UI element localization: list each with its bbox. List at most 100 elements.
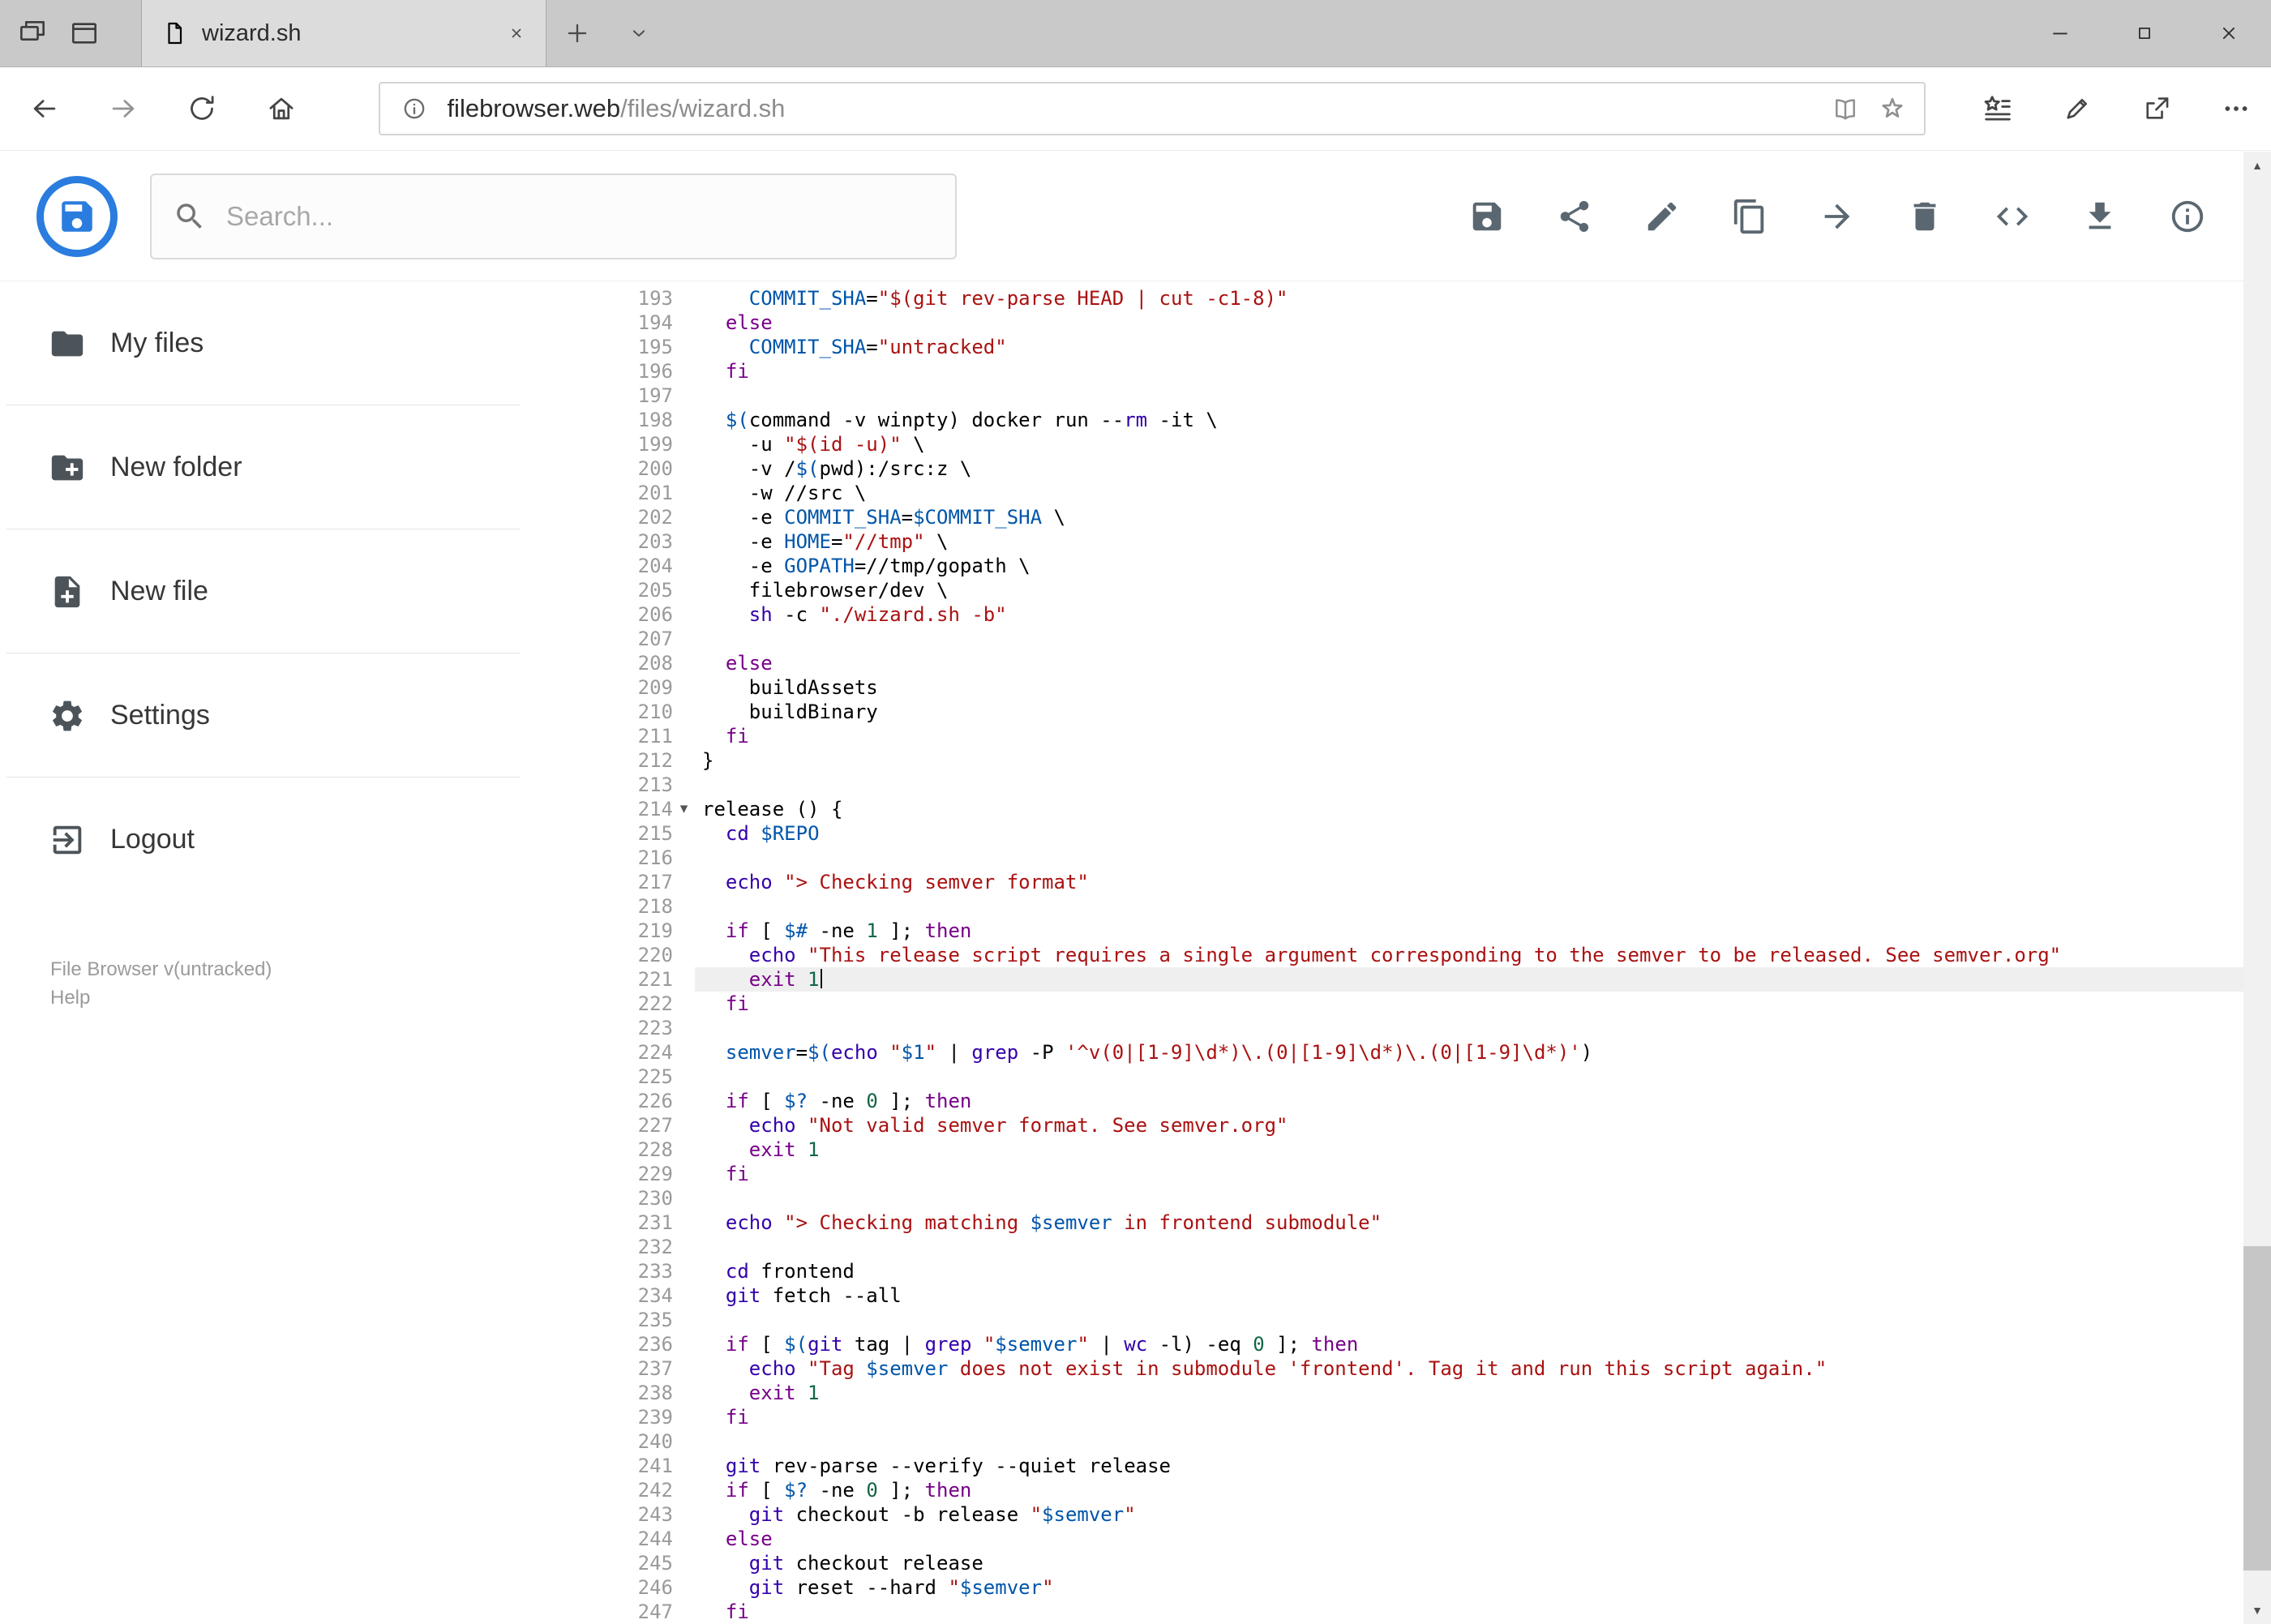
copy-button[interactable]	[1731, 198, 1768, 235]
code-line[interactable]: 225	[535, 1065, 2243, 1089]
refresh-button[interactable]	[173, 79, 232, 139]
tab-list-button[interactable]	[608, 0, 670, 66]
favorites-hub-button[interactable]	[1963, 79, 2033, 139]
code-line[interactable]: 200 -v /$(pwd):/src:z \	[535, 456, 2243, 481]
edit-button[interactable]	[1643, 198, 1681, 235]
maximize-button[interactable]	[2102, 0, 2187, 66]
code-line[interactable]: 217 echo "> Checking semver format"	[535, 870, 2243, 894]
code-line[interactable]: 245 git checkout release	[535, 1551, 2243, 1575]
code-line[interactable]: 235	[535, 1308, 2243, 1332]
sidebar-item-logout[interactable]: Logout	[0, 778, 535, 902]
code-line[interactable]: 209 buildAssets	[535, 675, 2243, 700]
code-line[interactable]: 206 sh -c "./wizard.sh -b"	[535, 602, 2243, 627]
app-logo[interactable]	[36, 175, 118, 257]
code-editor[interactable]: 193 COMMIT_SHA="$(git rev-parse HEAD | c…	[535, 281, 2243, 1624]
help-link[interactable]: Help	[50, 983, 535, 1012]
search-box[interactable]	[150, 173, 957, 259]
code-line[interactable]: 201 -w //src \	[535, 481, 2243, 505]
forward-button[interactable]	[93, 79, 152, 139]
code-line[interactable]: 233 cd frontend	[535, 1259, 2243, 1283]
code-line[interactable]: 246 git reset --hard "$semver"	[535, 1575, 2243, 1600]
address-bar[interactable]: filebrowser.web/files/wizard.sh	[379, 82, 1926, 135]
code-line[interactable]: 226 if [ $? -ne 0 ]; then	[535, 1089, 2243, 1113]
code-line[interactable]: 230	[535, 1186, 2243, 1211]
code-line[interactable]: 210 buildBinary	[535, 700, 2243, 724]
sidebar-item-new-folder[interactable]: New folder	[0, 405, 535, 529]
code-line[interactable]: 234 git fetch --all	[535, 1283, 2243, 1308]
code-line[interactable]: 194 else	[535, 311, 2243, 335]
code-line[interactable]: 224 semver=$(echo "$1" | grep -P '^v(0|[…	[535, 1040, 2243, 1065]
code-line[interactable]: 219 if [ $# -ne 1 ]; then	[535, 919, 2243, 943]
delete-button[interactable]	[1906, 198, 1943, 235]
code-line[interactable]: 232	[535, 1235, 2243, 1259]
browser-tab[interactable]: wizard.sh	[141, 0, 546, 66]
search-input[interactable]	[226, 200, 934, 232]
code-line[interactable]: 244 else	[535, 1527, 2243, 1551]
add-favorite-button[interactable]	[1869, 85, 1916, 132]
code-line[interactable]: 247 fi	[535, 1600, 2243, 1624]
code-line[interactable]: 198 $(command -v winpty) docker run --rm…	[535, 408, 2243, 432]
sidebar-item-new-file[interactable]: New file	[0, 529, 535, 653]
code-line[interactable]: 237 echo "Tag $semver does not exist in …	[535, 1356, 2243, 1381]
page-scrollbar[interactable]: ▲ ▼	[2243, 152, 2271, 1624]
code-line[interactable]: 238 exit 1	[535, 1381, 2243, 1405]
source-code-button[interactable]	[1994, 198, 2031, 235]
code-line[interactable]: 214 ▾ release () {	[535, 797, 2243, 821]
code-line[interactable]: 223	[535, 1016, 2243, 1040]
code-line[interactable]: 236 if [ $(git tag | grep "$semver" | wc…	[535, 1332, 2243, 1356]
scroll-up-button[interactable]: ▲	[2243, 152, 2271, 179]
web-note-button[interactable]	[2042, 79, 2112, 139]
more-options-button[interactable]	[2201, 79, 2271, 139]
code-line[interactable]: 242 if [ $? -ne 0 ]; then	[535, 1478, 2243, 1502]
code-line[interactable]: 229 fi	[535, 1162, 2243, 1186]
code-line[interactable]: 241 git rev-parse --verify --quiet relea…	[535, 1454, 2243, 1478]
code-line[interactable]: 202 -e COMMIT_SHA=$COMMIT_SHA \	[535, 505, 2243, 529]
move-button[interactable]	[1819, 198, 1856, 235]
fold-arrow-icon[interactable]: ▾	[673, 797, 695, 821]
code-line[interactable]: 195 COMMIT_SHA="untracked"	[535, 335, 2243, 359]
info-button[interactable]	[2169, 198, 2206, 235]
code-line[interactable]: 239 fi	[535, 1405, 2243, 1429]
new-tab-button[interactable]	[546, 0, 608, 66]
code-line[interactable]: 208 else	[535, 651, 2243, 675]
code-line[interactable]: 196 fi	[535, 359, 2243, 384]
code-line[interactable]: 228 exit 1	[535, 1138, 2243, 1162]
reading-view-button[interactable]	[1822, 85, 1869, 132]
code-line[interactable]: 231 echo "> Checking matching $semver in…	[535, 1211, 2243, 1235]
code-line[interactable]: 220 echo "This release script requires a…	[535, 943, 2243, 967]
save-button[interactable]	[1468, 198, 1506, 235]
code-line[interactable]: 203 -e HOME="//tmp" \	[535, 529, 2243, 554]
close-window-button[interactable]	[2187, 0, 2271, 66]
tab-preview-button[interactable]	[6, 0, 58, 66]
code-line[interactable]: 205 filebrowser/dev \	[535, 578, 2243, 602]
code-line[interactable]: 216	[535, 846, 2243, 870]
download-button[interactable]	[2081, 198, 2119, 235]
code-line[interactable]: 227 echo "Not valid semver format. See s…	[535, 1113, 2243, 1138]
code-line[interactable]: 215 cd $REPO	[535, 821, 2243, 846]
share-button[interactable]	[2122, 79, 2192, 139]
code-line[interactable]: 221 exit 1	[535, 967, 2243, 992]
code-line[interactable]: 240	[535, 1429, 2243, 1454]
code-line[interactable]: 212}	[535, 748, 2243, 773]
sidebar-item-my-files[interactable]: My files	[0, 281, 535, 405]
share-button[interactable]	[1556, 198, 1593, 235]
site-info-button[interactable]	[395, 89, 434, 128]
tab-close-button[interactable]	[507, 24, 526, 43]
set-tabs-aside-button[interactable]	[58, 0, 110, 66]
sidebar-item-settings[interactable]: Settings	[0, 653, 535, 778]
code-line[interactable]: 204 -e GOPATH=//tmp/gopath \	[535, 554, 2243, 578]
code-line[interactable]: 222 fi	[535, 992, 2243, 1016]
minimize-button[interactable]	[2018, 0, 2102, 66]
code-line[interactable]: 207	[535, 627, 2243, 651]
code-line[interactable]: 213	[535, 773, 2243, 797]
scroll-thumb[interactable]	[2243, 1246, 2271, 1570]
code-line[interactable]: 197	[535, 384, 2243, 408]
code-line[interactable]: 211 fi	[535, 724, 2243, 748]
scroll-down-button[interactable]: ▼	[2243, 1596, 2271, 1624]
home-button[interactable]	[251, 79, 311, 139]
back-button[interactable]	[15, 79, 74, 139]
code-line[interactable]: 218	[535, 894, 2243, 919]
code-line[interactable]: 243 git checkout -b release "$semver"	[535, 1502, 2243, 1527]
code-line[interactable]: 193 COMMIT_SHA="$(git rev-parse HEAD | c…	[535, 286, 2243, 311]
code-line[interactable]: 199 -u "$(id -u)" \	[535, 432, 2243, 456]
